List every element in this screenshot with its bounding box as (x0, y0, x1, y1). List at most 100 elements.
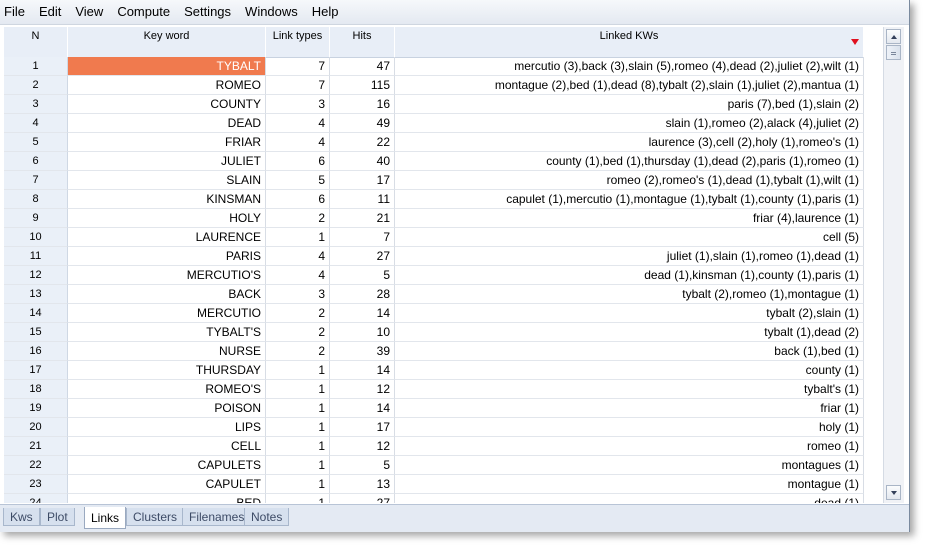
linked-kws-cell[interactable]: friar (4),laurence (1) (395, 209, 864, 228)
row-number[interactable]: 16 (4, 342, 68, 361)
linked-kws-cell[interactable]: dead (1),kinsman (1),county (1),paris (1… (395, 266, 864, 285)
row-number[interactable]: 22 (4, 456, 68, 475)
keyword-cell[interactable]: CELL (68, 437, 266, 456)
linked-kws-cell[interactable]: capulet (1),mercutio (1),montague (1),ty… (395, 190, 864, 209)
scroll-up-button[interactable] (886, 29, 901, 44)
row-number[interactable]: 14 (4, 304, 68, 323)
hits-cell[interactable]: 14 (330, 399, 395, 418)
keyword-cell[interactable]: MERCUTIO'S (68, 266, 266, 285)
menu-compute[interactable]: Compute (110, 0, 177, 24)
row-number[interactable]: 23 (4, 475, 68, 494)
link-types-cell[interactable]: 5 (266, 171, 330, 190)
keyword-cell[interactable]: CAPULETS (68, 456, 266, 475)
linked-kws-cell[interactable]: mercutio (3),back (3),slain (5),romeo (4… (395, 57, 864, 76)
table-row[interactable]: 12 MERCUTIO'S 4 5 dead (1),kinsman (1),count… (4, 266, 864, 285)
table-row[interactable]: 16 NURSE 2 39 back (1),bed (1) (4, 342, 864, 361)
column-header-link-types[interactable]: Link types (266, 27, 330, 57)
keyword-cell[interactable]: BED (68, 494, 266, 503)
link-types-cell[interactable]: 2 (266, 209, 330, 228)
keyword-cell[interactable]: JULIET (68, 152, 266, 171)
hits-cell[interactable]: 22 (330, 133, 395, 152)
hits-cell[interactable]: 115 (330, 76, 395, 95)
table-row[interactable]: 9 HOLY 2 21 friar (4),laurence (1) (4, 209, 864, 228)
table-row[interactable]: 20 LIPS 1 17 holy (1) (4, 418, 864, 437)
row-number[interactable]: 17 (4, 361, 68, 380)
link-types-cell[interactable]: 2 (266, 304, 330, 323)
link-types-cell[interactable]: 1 (266, 380, 330, 399)
table-row[interactable]: 6 JULIET 6 40 county (1),bed (1),thursday (1… (4, 152, 864, 171)
menu-edit[interactable]: Edit (32, 0, 68, 24)
row-number[interactable]: 4 (4, 114, 68, 133)
hits-cell[interactable]: 47 (330, 57, 395, 76)
table-row[interactable]: 2 ROMEO 7 115 montague (2),bed (1),dead (8),… (4, 76, 864, 95)
keyword-cell[interactable]: TYBALT'S (68, 323, 266, 342)
menu-help[interactable]: Help (305, 0, 346, 24)
row-number[interactable]: 9 (4, 209, 68, 228)
table-row[interactable]: 21 CELL 1 12 romeo (1) (4, 437, 864, 456)
linked-kws-cell[interactable]: county (1),bed (1),thursday (1),dead (2)… (395, 152, 864, 171)
hits-cell[interactable]: 10 (330, 323, 395, 342)
table-row[interactable]: 1 TYBALT 7 47 mercutio (3),back (3),slain (5… (4, 57, 864, 76)
tab-kws[interactable]: Kws (3, 508, 40, 526)
link-types-cell[interactable]: 7 (266, 57, 330, 76)
tab-filenames[interactable]: Filenames (182, 508, 252, 526)
link-types-cell[interactable]: 4 (266, 266, 330, 285)
keyword-cell[interactable]: LAURENCE (68, 228, 266, 247)
linked-kws-cell[interactable]: county (1) (395, 361, 864, 380)
table-row[interactable]: 19 POISON 1 14 friar (1) (4, 399, 864, 418)
link-types-cell[interactable]: 4 (266, 114, 330, 133)
hits-cell[interactable]: 40 (330, 152, 395, 171)
keyword-cell[interactable]: LIPS (68, 418, 266, 437)
row-number[interactable]: 18 (4, 380, 68, 399)
linked-kws-cell[interactable]: tybalt (1),dead (2) (395, 323, 864, 342)
hits-cell[interactable]: 17 (330, 171, 395, 190)
row-number[interactable]: 2 (4, 76, 68, 95)
keyword-cell[interactable]: BACK (68, 285, 266, 304)
table-row[interactable]: 10 LAURENCE 1 7 cell (5) (4, 228, 864, 247)
scroll-down-button[interactable] (886, 485, 901, 500)
keyword-cell[interactable]: FRIAR (68, 133, 266, 152)
hits-cell[interactable]: 12 (330, 437, 395, 456)
link-types-cell[interactable]: 1 (266, 494, 330, 503)
link-types-cell[interactable]: 2 (266, 323, 330, 342)
link-types-cell[interactable]: 4 (266, 247, 330, 266)
tab-links[interactable]: Links (84, 507, 127, 529)
row-number[interactable]: 21 (4, 437, 68, 456)
linked-kws-cell[interactable]: paris (7),bed (1),slain (2) (395, 95, 864, 114)
table-row[interactable]: 7 SLAIN 5 17 romeo (2),romeo's (1),dead (1),… (4, 171, 864, 190)
link-types-cell[interactable]: 3 (266, 95, 330, 114)
table-row[interactable]: 24 BED 1 27 dead (1) (4, 494, 864, 503)
linked-kws-cell[interactable]: tybalt's (1) (395, 380, 864, 399)
menu-view[interactable]: View (68, 0, 110, 24)
linked-kws-cell[interactable]: slain (1),romeo (2),alack (4),juliet (2) (395, 114, 864, 133)
keyword-cell[interactable]: ROMEO (68, 76, 266, 95)
row-number[interactable]: 6 (4, 152, 68, 171)
row-number[interactable]: 11 (4, 247, 68, 266)
table-row[interactable]: 5 FRIAR 4 22 laurence (3),cell (2),holy (1),… (4, 133, 864, 152)
column-header-n[interactable]: N (4, 27, 68, 57)
row-number[interactable]: 7 (4, 171, 68, 190)
link-types-cell[interactable]: 3 (266, 285, 330, 304)
linked-kws-cell[interactable]: tybalt (2),slain (1) (395, 304, 864, 323)
row-number[interactable]: 19 (4, 399, 68, 418)
hits-cell[interactable]: 21 (330, 209, 395, 228)
row-number[interactable]: 20 (4, 418, 68, 437)
table-row[interactable]: 15 TYBALT'S 2 10 tybalt (1),dead (2) (4, 323, 864, 342)
hits-cell[interactable]: 5 (330, 266, 395, 285)
linked-kws-cell[interactable]: laurence (3),cell (2),holy (1),romeo's (… (395, 133, 864, 152)
vertical-scrollbar[interactable] (883, 27, 904, 503)
hits-cell[interactable]: 27 (330, 494, 395, 503)
row-number[interactable]: 1 (4, 57, 68, 76)
link-types-cell[interactable]: 1 (266, 228, 330, 247)
hits-cell[interactable]: 11 (330, 190, 395, 209)
keyword-cell[interactable]: TYBALT (68, 57, 266, 76)
keyword-cell[interactable]: ROMEO'S (68, 380, 266, 399)
linked-kws-cell[interactable]: montague (1) (395, 475, 864, 494)
hits-cell[interactable]: 39 (330, 342, 395, 361)
table-row[interactable]: 18 ROMEO'S 1 12 tybalt's (1) (4, 380, 864, 399)
table-row[interactable]: 4 DEAD 4 49 slain (1),romeo (2),alack (4),ju… (4, 114, 864, 133)
row-number[interactable]: 10 (4, 228, 68, 247)
link-types-cell[interactable]: 4 (266, 133, 330, 152)
keyword-cell[interactable]: POISON (68, 399, 266, 418)
keyword-cell[interactable]: THURSDAY (68, 361, 266, 380)
